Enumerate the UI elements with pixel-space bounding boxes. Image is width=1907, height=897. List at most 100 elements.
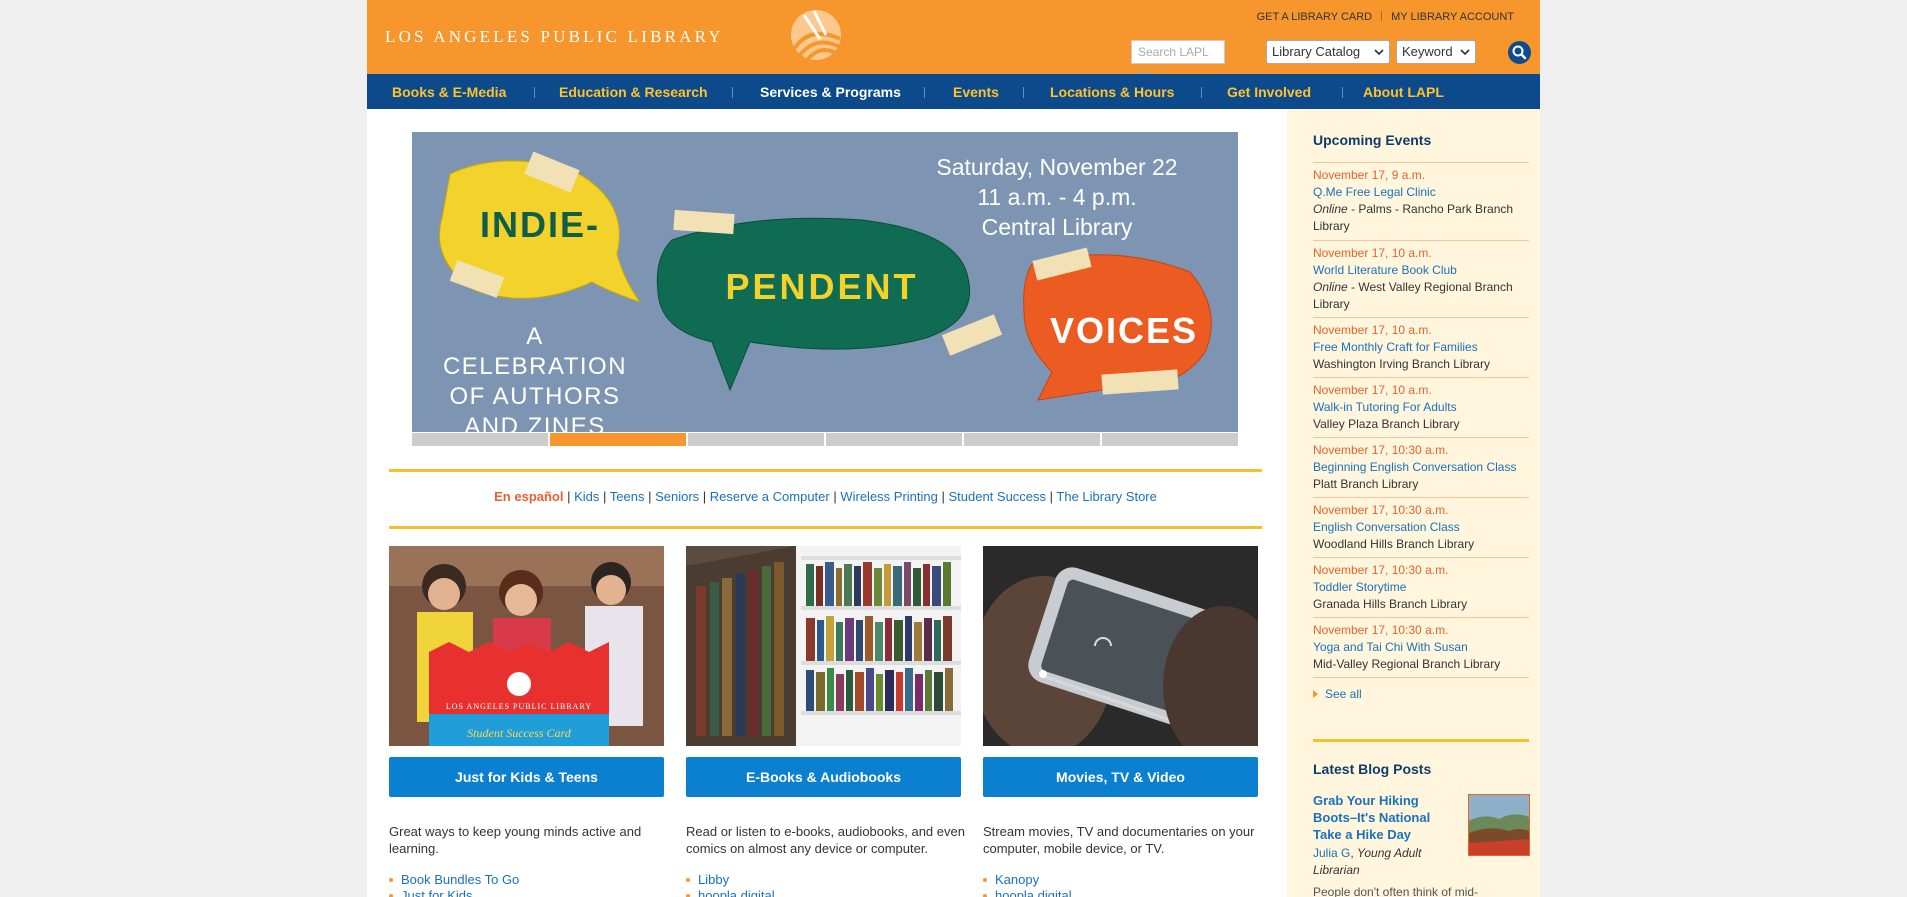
search-mode-select[interactable]: Keyword <box>1396 40 1476 64</box>
event-title-link[interactable]: Q.Me Free Legal Clinic <box>1313 184 1529 201</box>
movies-tv-video-button[interactable]: Movies, TV & Video <box>983 757 1258 797</box>
carousel-dot[interactable] <box>964 433 1100 446</box>
hero-bubble-pendent: PENDENT <box>725 266 919 307</box>
nav-divider <box>732 87 733 98</box>
link-book-bundles[interactable]: Book Bundles To Go <box>401 872 519 887</box>
bullet-icon <box>983 878 987 882</box>
my-library-account-link[interactable]: MY LIBRARY ACCOUNT <box>1391 11 1514 23</box>
carousel-dot[interactable] <box>412 433 548 446</box>
ebooks-photo[interactable] <box>686 546 961 746</box>
divider <box>1313 162 1529 163</box>
event-date: November 17, 10:30 a.m. <box>1313 503 1449 517</box>
hero-bubble-indie: INDIE- <box>480 204 600 245</box>
nav-get-involved[interactable]: Get Involved <box>1227 84 1311 100</box>
chevron-down-icon <box>1460 49 1470 56</box>
card-script-text: Student Success Card <box>467 726 571 740</box>
event-item: November 17, 10 a.m. Free Monthly Craft … <box>1313 322 1529 373</box>
utility-links: GET A LIBRARY CARD MY LIBRARY ACCOUNT <box>1257 11 1514 23</box>
link-reserve-computer[interactable]: Reserve a Computer <box>710 489 830 504</box>
catalog-select[interactable]: Library Catalog <box>1266 40 1390 64</box>
link-hoopla[interactable]: hoopla digital <box>698 888 775 897</box>
hero-date: Saturday, November 22 <box>936 154 1178 180</box>
event-item: November 17, 10 a.m. Walk-in Tutoring Fo… <box>1313 382 1529 433</box>
list-item[interactable]: Just for Kids <box>389 888 519 897</box>
movies-tv-photo[interactable] <box>983 546 1258 746</box>
event-item: November 17, 10:30 a.m. Yoga and Tai Chi… <box>1313 622 1529 673</box>
upcoming-events-title: Upcoming Events <box>1313 132 1432 148</box>
event-title-link[interactable]: Beginning English Conversation Class <box>1313 459 1529 476</box>
event-date: November 17, 10:30 a.m. <box>1313 623 1449 637</box>
event-item: November 17, 10:30 a.m. English Conversa… <box>1313 502 1529 553</box>
list-item[interactable]: hoopla digital <box>686 888 775 897</box>
hero-location: Central Library <box>981 214 1133 240</box>
site-logo-text[interactable]: LOS ANGELES PUBLIC LIBRARY <box>385 27 724 47</box>
event-title-link[interactable]: Walk-in Tutoring For Adults <box>1313 399 1529 416</box>
quick-links: En español | Kids | Teens | Seniors | Re… <box>494 489 1157 504</box>
link-seniors[interactable]: Seniors <box>655 489 699 504</box>
carousel-dot-active[interactable] <box>550 433 686 446</box>
event-location: Platt Branch Library <box>1313 477 1419 491</box>
kids-teens-desc: Great ways to keep young minds active an… <box>389 824 642 856</box>
link-en-espanol[interactable]: En español <box>494 489 563 504</box>
event-date: November 17, 10:30 a.m. <box>1313 563 1449 577</box>
library-logo-icon[interactable] <box>790 9 842 61</box>
search-icon <box>1512 45 1527 60</box>
search-button[interactable] <box>1508 41 1531 64</box>
ebooks-audiobooks-button[interactable]: E-Books & Audiobooks <box>686 757 961 797</box>
site-header: LOS ANGELES PUBLIC LIBRARY GET A LIBRARY… <box>367 0 1540 81</box>
link-just-for-kids[interactable]: Just for Kids <box>401 888 473 897</box>
movies-desc: Stream movies, TV and documentaries on y… <box>983 824 1255 856</box>
link-kids[interactable]: Kids <box>574 489 599 504</box>
event-date: November 17, 10 a.m. <box>1313 323 1432 337</box>
event-location: Mid-Valley Regional Branch Library <box>1313 657 1501 671</box>
carousel-dot[interactable] <box>826 433 962 446</box>
event-title-link[interactable]: English Conversation Class <box>1313 519 1529 536</box>
event-item: November 17, 10 a.m. World Literature Bo… <box>1313 245 1529 313</box>
kids-teens-button[interactable]: Just for Kids & Teens <box>389 757 664 797</box>
list-item[interactable]: Libby <box>686 872 775 888</box>
get-library-card-link[interactable]: GET A LIBRARY CARD <box>1257 11 1373 23</box>
hero-tagline-line: OF AUTHORS <box>449 383 621 410</box>
list-item[interactable]: Book Bundles To Go <box>389 872 519 888</box>
hero-time: 11 a.m. - 4 p.m. <box>977 184 1137 210</box>
chevron-down-icon <box>1374 49 1384 56</box>
event-location: Washington Irving Branch Library <box>1313 357 1490 371</box>
nav-education-research[interactable]: Education & Research <box>559 84 708 100</box>
latest-blog-posts-title: Latest Blog Posts <box>1313 761 1432 777</box>
nav-events[interactable]: Events <box>953 84 999 100</box>
event-location: Online - West Valley Regional Branch Lib… <box>1313 279 1529 313</box>
nav-services-programs[interactable]: Services & Programs <box>760 84 901 100</box>
divider <box>1313 437 1529 438</box>
nav-locations-hours[interactable]: Locations & Hours <box>1050 84 1174 100</box>
list-item[interactable]: Kanopy <box>983 872 1072 888</box>
event-item: November 17, 10:30 a.m. Toddler Storytim… <box>1313 562 1529 613</box>
link-library-store[interactable]: The Library Store <box>1056 489 1156 504</box>
link-teens[interactable]: Teens <box>610 489 645 504</box>
arrow-right-icon <box>1313 690 1318 698</box>
event-title-link[interactable]: Free Monthly Craft for Families <box>1313 339 1529 356</box>
list-item[interactable]: hoopla digital <box>983 888 1072 897</box>
link-student-success[interactable]: Student Success <box>948 489 1046 504</box>
carousel-dot[interactable] <box>1102 433 1238 446</box>
search-input[interactable]: Search LAPL for: <box>1131 40 1225 81</box>
link-wireless-printing[interactable]: Wireless Printing <box>840 489 938 504</box>
blog-author-link[interactable]: Julia G <box>1313 846 1350 860</box>
divider <box>1381 11 1383 21</box>
carousel-dot[interactable] <box>688 433 824 446</box>
blog-post-title-link[interactable]: Grab Your Hiking Boots–It's National Tak… <box>1313 792 1441 843</box>
nav-books-emedia[interactable]: Books & E-Media <box>392 84 506 100</box>
blog-thumbnail[interactable] <box>1468 794 1530 856</box>
event-title-link[interactable]: World Literature Book Club <box>1313 262 1529 279</box>
event-location: Woodland Hills Branch Library <box>1313 537 1475 551</box>
link-libby[interactable]: Libby <box>698 872 729 887</box>
hero-banner[interactable]: INDIE- PENDENT VOICES A CELEBRATION OF A… <box>412 132 1238 432</box>
ebooks-desc: Read or listen to e-books, audiobooks, a… <box>686 824 965 856</box>
see-all-events-link[interactable]: See all <box>1313 687 1362 701</box>
nav-about-lapl[interactable]: About LAPL <box>1363 84 1444 100</box>
link-kanopy[interactable]: Kanopy <box>995 872 1039 887</box>
link-hoopla[interactable]: hoopla digital <box>995 888 1072 897</box>
event-title-link[interactable]: Toddler Storytime <box>1313 579 1529 596</box>
event-title-link[interactable]: Yoga and Tai Chi With Susan <box>1313 639 1529 656</box>
kids-photo-art <box>389 546 664 746</box>
kids-teens-photo[interactable]: LOS ANGELES PUBLIC LIBRARY Student Succe… <box>389 546 664 746</box>
